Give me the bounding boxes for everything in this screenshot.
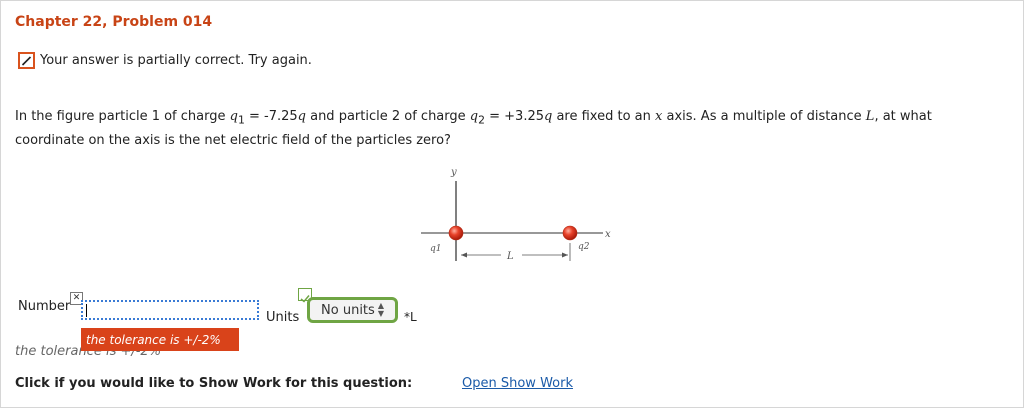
number-input[interactable] — [81, 300, 259, 320]
problem-title: Chapter 22, Problem 014 — [15, 14, 213, 30]
content-frame: Chapter 22, Problem 014 Your answer is p… — [0, 0, 1024, 408]
distance-label: L — [506, 251, 514, 262]
tolerance-tooltip: the tolerance is +/-2% — [81, 328, 239, 351]
particle-2 — [562, 225, 578, 241]
show-work-prompt: Click if you would like to Show Work for… — [15, 376, 413, 391]
distance-arrow — [461, 243, 571, 261]
y-axis-label: y — [450, 167, 457, 178]
updown-arrows-icon: ▲ ▼ — [377, 301, 384, 318]
open-show-work-link[interactable]: Open Show Work — [462, 376, 573, 391]
q2-label: q2 — [578, 242, 590, 252]
pencil-icon — [18, 52, 35, 69]
status-text: Your answer is partially correct. Try ag… — [40, 53, 312, 68]
particle-1 — [448, 225, 464, 241]
text-caret — [86, 304, 87, 317]
q1-label: q1 — [430, 244, 442, 254]
status-message: Your answer is partially correct. Try ag… — [18, 52, 312, 69]
units-suffix: *L — [404, 310, 417, 324]
charge-figure: y x q1 q2 L — [421, 167, 611, 262]
units-label: Units — [266, 310, 300, 325]
x-axis-label: x — [605, 229, 611, 240]
units-select[interactable]: No units ▲ ▼ — [307, 297, 398, 323]
question-text: In the figure particle 1 of charge q1 = … — [15, 109, 932, 148]
number-label: Number — [18, 299, 71, 314]
units-selected-value: No units — [321, 302, 375, 318]
